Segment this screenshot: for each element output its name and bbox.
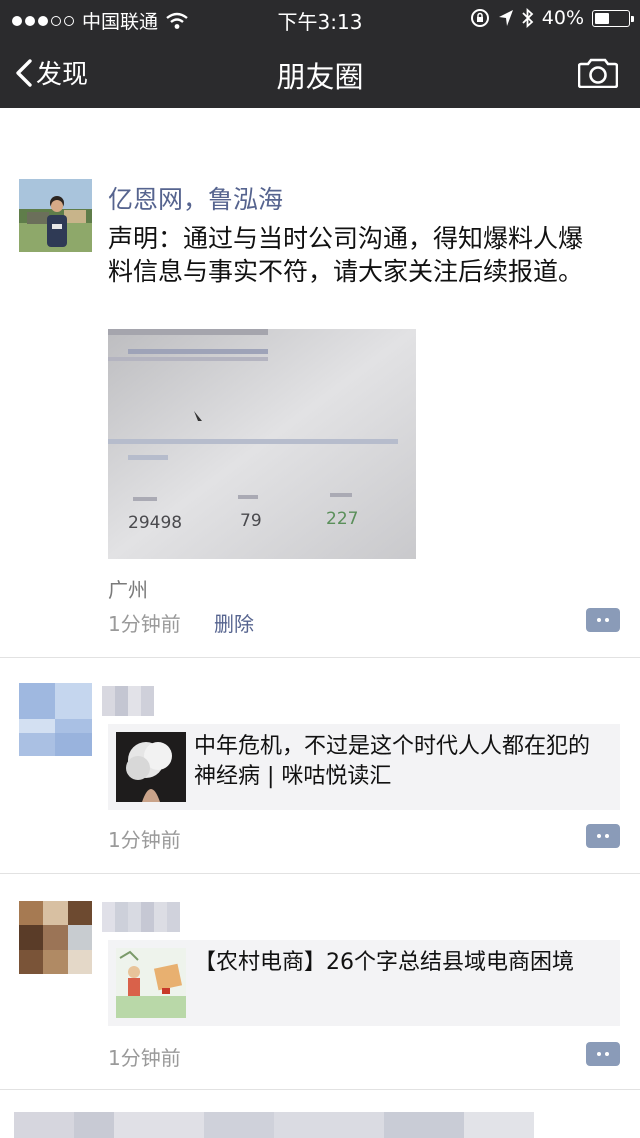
avatar[interactable] — [19, 901, 92, 974]
link-thumbnail — [116, 732, 186, 802]
location-arrow-icon — [498, 10, 513, 26]
link-title: 中年危机，不过是这个时代人人都在犯的神经病 | 咪咕悦读汇 — [194, 734, 591, 789]
shared-link-card[interactable]: 【农村电商】26个字总结县域电商困境 — [108, 940, 620, 1026]
photo-stat-reads: 29498 — [128, 513, 183, 533]
navigation-bar: 发现 朋友圈 — [0, 36, 640, 108]
avatar[interactable] — [19, 179, 92, 252]
status-bar: 中国联通 下午3:13 40% — [0, 0, 640, 36]
post-time: 1分钟前 — [108, 612, 181, 636]
back-label: 发现 — [36, 60, 89, 90]
post-username[interactable] — [102, 902, 180, 932]
post-time: 1分钟前 — [108, 1046, 181, 1070]
post-username[interactable]: 亿恩网，鲁泓海 — [108, 180, 283, 216]
moments-post: 【农村电商】26个字总结县域电商困境 1分钟前 — [0, 874, 640, 1090]
moments-post: 亿恩网，鲁泓海 声明：通过与当时公司沟通，得知爆料人爆料信息与事实不符，请大家关… — [0, 108, 640, 658]
chevron-left-icon — [16, 58, 32, 87]
comment-more-button[interactable] — [586, 1042, 620, 1066]
avatar[interactable] — [19, 683, 92, 756]
battery-percent: 40% — [541, 7, 584, 29]
back-button[interactable]: 发现 — [14, 54, 88, 91]
page-title: 朋友圈 — [276, 60, 364, 94]
shared-link-card[interactable]: 中年危机，不过是这个时代人人都在犯的神经病 | 咪咕悦读汇 — [108, 724, 620, 810]
orientation-lock-icon — [470, 9, 489, 27]
link-thumbnail — [116, 948, 186, 1018]
post-text: 声明：通过与当时公司沟通，得知爆料人爆料信息与事实不符，请大家关注后续报道。 — [108, 224, 584, 286]
camera-icon[interactable] — [578, 56, 618, 88]
moments-post: 中年危机，不过是这个时代人人都在犯的神经病 | 咪咕悦读汇 1分钟前 — [0, 658, 640, 874]
delete-button[interactable]: 删除 — [214, 608, 254, 637]
moments-post-partial — [0, 1108, 640, 1138]
photo-stat-comments: 227 — [326, 509, 359, 529]
post-photo[interactable]: 29498 79 227 — [108, 329, 416, 559]
photo-stat-likes: 79 — [240, 511, 262, 531]
comment-more-button[interactable] — [586, 824, 620, 848]
bluetooth-icon — [522, 8, 534, 28]
post-username[interactable] — [102, 686, 154, 716]
link-title: 【农村电商】26个字总结县域电商困境 — [194, 950, 574, 975]
post-time: 1分钟前 — [108, 828, 181, 852]
post-location[interactable]: 广州 — [108, 574, 148, 603]
battery-icon — [592, 9, 634, 27]
comment-more-button[interactable] — [586, 608, 620, 632]
